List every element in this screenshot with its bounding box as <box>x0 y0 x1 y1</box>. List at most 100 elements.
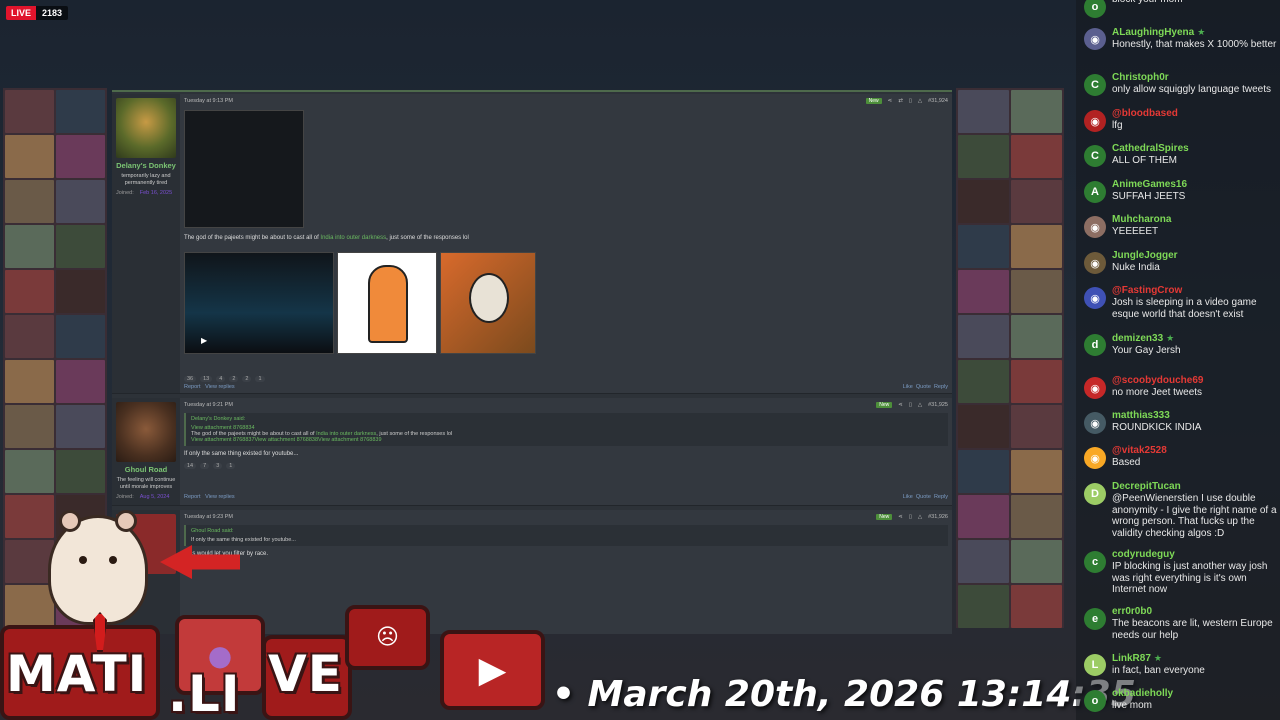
cartoon-attachment[interactable] <box>337 252 437 354</box>
chat-avatar[interactable]: ◉ <box>1084 377 1106 399</box>
chat-avatar[interactable]: ◉ <box>1084 447 1106 469</box>
link-icon[interactable]: ⇄ <box>898 98 903 104</box>
chat-avatar[interactable]: o <box>1084 0 1106 18</box>
meme-attachment[interactable] <box>440 252 536 354</box>
chat-avatar[interactable]: ◉ <box>1084 252 1106 274</box>
chat-username[interactable]: ALaughingHyena ★ <box>1112 26 1278 39</box>
chat-avatar[interactable]: A <box>1084 181 1106 203</box>
reaction-count[interactable]: 1 <box>255 376 265 382</box>
chat-username[interactable]: @vitak2528 <box>1112 445 1278 457</box>
reply-link[interactable]: Reply <box>934 494 948 500</box>
chat-avatar[interactable]: c <box>1084 551 1106 573</box>
report-link[interactable]: Report <box>184 494 201 500</box>
warning-icon[interactable]: △ <box>918 402 922 408</box>
chat-avatar[interactable]: C <box>1084 74 1106 96</box>
reply-link[interactable]: Reply <box>934 384 948 390</box>
play-icon[interactable]: ▶ <box>201 336 207 345</box>
chat-username-text[interactable]: CathedralSpires <box>1112 143 1189 154</box>
chat-username-text[interactable]: Christoph0r <box>1112 72 1169 83</box>
chat-username[interactable]: CathedralSpires <box>1112 143 1278 155</box>
chat-username[interactable]: LinkR87 ★ <box>1112 652 1278 665</box>
chat-text: lfg <box>1112 120 1123 131</box>
chat-username[interactable]: @bloodbased <box>1112 108 1278 120</box>
view-replies-link[interactable]: View replies <box>205 494 235 500</box>
post-time[interactable]: Tuesday at 9:21 PM <box>184 402 233 408</box>
chat-username-text[interactable]: codyrudeguy <box>1112 549 1175 560</box>
chat-username-text[interactable]: demizen33 <box>1112 333 1163 344</box>
chat-username-text[interactable]: err0r0b0 <box>1112 606 1152 617</box>
bookmark-icon[interactable]: ▯ <box>909 98 912 104</box>
reaction-count[interactable]: 36 <box>184 376 197 382</box>
chat-username[interactable]: JungleJogger <box>1112 250 1278 262</box>
chat-avatar[interactable]: e <box>1084 608 1106 630</box>
chat-username-text[interactable]: DecrepitTucan <box>1112 481 1181 492</box>
share-icon[interactable]: ⋖ <box>898 514 903 520</box>
chat-username-text[interactable]: matthias333 <box>1112 410 1170 421</box>
embedded-tweet-image[interactable] <box>184 110 304 228</box>
chat-avatar[interactable]: L <box>1084 654 1106 676</box>
chat-username[interactable]: Muhcharona <box>1112 214 1278 226</box>
chat-username-text[interactable]: @vitak2528 <box>1112 445 1167 456</box>
reaction-count[interactable]: 14 <box>184 463 197 469</box>
chat-avatar[interactable]: ◉ <box>1084 28 1106 50</box>
chat-avatar[interactable]: ◉ <box>1084 412 1106 434</box>
chat-username[interactable]: DecrepitTucan <box>1112 481 1278 493</box>
view-replies-link[interactable]: View replies <box>205 384 235 390</box>
share-icon[interactable]: ⋖ <box>898 402 903 408</box>
chat-username[interactable]: demizen33 ★ <box>1112 332 1278 345</box>
like-link[interactable]: Like <box>903 384 913 390</box>
chat-username-text[interactable]: JungleJogger <box>1112 250 1178 261</box>
reaction-count[interactable]: 3 <box>213 463 223 469</box>
chat-username[interactable]: AnimeGames16 <box>1112 179 1278 191</box>
reaction-bar[interactable]: 14 7 3 1 <box>184 463 948 469</box>
chat-avatar[interactable]: d <box>1084 334 1106 356</box>
reaction-bar[interactable]: 36 13 4 2 2 1 <box>184 376 265 382</box>
reaction-count[interactable]: 13 <box>200 376 213 382</box>
reaction-count[interactable]: 2 <box>242 376 252 382</box>
bookmark-icon[interactable]: ▯ <box>909 514 912 520</box>
quote-link[interactable]: Quote <box>916 494 931 500</box>
chat-username-text[interactable]: AnimeGames16 <box>1112 179 1187 190</box>
chat-username-text[interactable]: @bloodbased <box>1112 108 1178 119</box>
chat-username[interactable]: Christoph0r <box>1112 72 1278 84</box>
quote-author[interactable]: Delany's Donkey said: <box>191 416 943 422</box>
post-number[interactable]: #31,925 <box>928 402 948 408</box>
report-link[interactable]: Report <box>184 384 201 390</box>
chat-avatar[interactable]: ◉ <box>1084 287 1106 309</box>
video-attachment[interactable]: ▶ <box>184 252 334 354</box>
chat-username-text[interactable]: ALaughingHyena <box>1112 27 1194 38</box>
chat-username[interactable]: err0r0b0 <box>1112 606 1278 618</box>
post-time[interactable]: Tuesday at 9:13 PM <box>184 98 233 104</box>
chat-username-text[interactable]: @FastingCrow <box>1112 285 1182 296</box>
share-icon[interactable]: ⋖ <box>888 98 893 104</box>
chat-username-text[interactable]: okbadieholly <box>1112 688 1173 699</box>
quote-attachment-links[interactable]: View attachment 8768837View attachment 8… <box>191 437 943 443</box>
post-number[interactable]: #31,924 <box>928 98 948 104</box>
reaction-count[interactable]: 7 <box>200 463 210 469</box>
warning-icon[interactable]: △ <box>918 98 922 104</box>
chat-username-text[interactable]: @scoobydouche69 <box>1112 375 1203 386</box>
post-text-link[interactable]: India into outer darkness <box>320 235 386 241</box>
chat-username[interactable]: @FastingCrow <box>1112 285 1278 297</box>
reaction-count[interactable]: 1 <box>226 463 236 469</box>
chat-username-text[interactable]: Muhcharona <box>1112 214 1171 225</box>
post-username[interactable]: Delany's Donkey <box>112 161 180 171</box>
reaction-count[interactable]: 2 <box>229 376 239 382</box>
post-username[interactable]: Ghoul Road <box>112 465 180 475</box>
warning-icon[interactable]: △ <box>918 514 922 520</box>
chat-username[interactable]: matthias333 <box>1112 410 1278 422</box>
chat-username[interactable]: codyrudeguy <box>1112 549 1278 561</box>
chat-avatar[interactable]: D <box>1084 483 1106 505</box>
like-link[interactable]: Like <box>903 494 913 500</box>
chat-username-text[interactable]: LinkR87 <box>1112 653 1151 664</box>
reaction-count[interactable]: 4 <box>216 376 226 382</box>
chat-avatar[interactable]: ◉ <box>1084 216 1106 238</box>
chat-avatar[interactable]: C <box>1084 145 1106 167</box>
chat-avatar[interactable]: ◉ <box>1084 110 1106 132</box>
chat-username[interactable]: okbadieholly <box>1112 688 1278 700</box>
chat-avatar[interactable]: o <box>1084 690 1106 712</box>
bookmark-icon[interactable]: ▯ <box>909 402 912 408</box>
chat-username[interactable]: @scoobydouche69 <box>1112 375 1278 387</box>
quote-link[interactable]: Quote <box>916 384 931 390</box>
post-number[interactable]: #31,926 <box>928 514 948 520</box>
